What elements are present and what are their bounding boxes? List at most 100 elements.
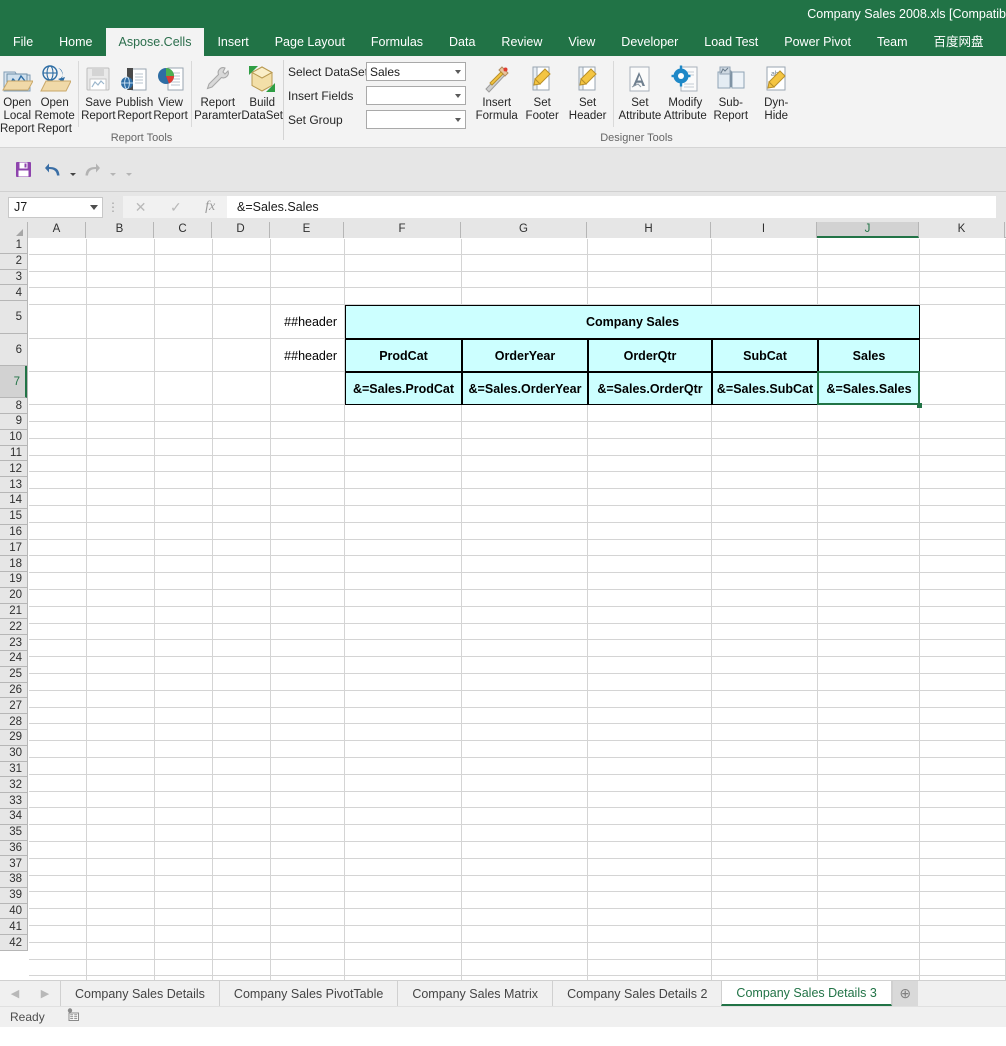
- sheet-tab-company-sales-details-3[interactable]: Company Sales Details 3: [721, 981, 892, 1006]
- ribbon-tab-team[interactable]: Team: [864, 28, 921, 56]
- name-box[interactable]: J7: [8, 196, 103, 218]
- row-header-19[interactable]: 19: [0, 571, 27, 588]
- row-header-39[interactable]: 39: [0, 887, 27, 904]
- ribbon-tab-view[interactable]: View: [555, 28, 608, 56]
- column-header-F[interactable]: F: [344, 222, 461, 238]
- row-header-35[interactable]: 35: [0, 824, 27, 841]
- ribbon-tab-page-layout[interactable]: Page Layout: [262, 28, 358, 56]
- row-header-36[interactable]: 36: [0, 840, 27, 857]
- row-header-22[interactable]: 22: [0, 619, 27, 636]
- customize-qat-icon[interactable]: [124, 157, 134, 183]
- report-paramter-button[interactable]: Report Paramter: [194, 59, 241, 123]
- table-data-marker-cell[interactable]: &=Sales.OrderQtr: [588, 372, 712, 406]
- save-report-button[interactable]: Save Report: [81, 59, 116, 123]
- ribbon-tab-power-pivot[interactable]: Power Pivot: [771, 28, 864, 56]
- set-group-dropdown[interactable]: [366, 110, 466, 129]
- row-header-27[interactable]: 27: [0, 698, 27, 715]
- save-icon[interactable]: [8, 157, 38, 183]
- row-header-33[interactable]: 33: [0, 793, 27, 809]
- new-sheet-button[interactable]: ⊕: [891, 981, 918, 1006]
- row-header-11[interactable]: 11: [0, 445, 27, 462]
- sheet-tab-company-sales-details-2[interactable]: Company Sales Details 2: [552, 981, 722, 1006]
- ribbon-tab-review[interactable]: Review: [488, 28, 555, 56]
- set-footer-button[interactable]: Set Footer: [519, 59, 564, 123]
- row-header-24[interactable]: 24: [0, 650, 27, 667]
- sheet-tab-company-sales-pivottable[interactable]: Company Sales PivotTable: [218, 981, 398, 1006]
- column-header-D[interactable]: D: [212, 222, 270, 238]
- row-header-10[interactable]: 10: [0, 429, 27, 446]
- column-header-H[interactable]: H: [587, 222, 711, 238]
- row-header-21[interactable]: 21: [0, 603, 27, 620]
- column-header-G[interactable]: G: [461, 222, 587, 238]
- row-header-41[interactable]: 41: [0, 919, 27, 936]
- modify-attribute-button[interactable]: Modify Attribute: [663, 59, 708, 123]
- table-title-cell[interactable]: Company Sales: [345, 305, 920, 340]
- row-header-18[interactable]: 18: [0, 556, 27, 572]
- row-header-8[interactable]: 8: [0, 398, 27, 414]
- row-header-26[interactable]: 26: [0, 682, 27, 699]
- table-header-cell[interactable]: OrderYear: [462, 339, 588, 373]
- check-icon[interactable]: ✓: [170, 199, 182, 216]
- table-header-cell[interactable]: Sales: [818, 339, 920, 373]
- formula-input[interactable]: &=Sales.Sales: [227, 196, 996, 218]
- table-header-cell[interactable]: OrderQtr: [588, 339, 712, 373]
- select-all-corner[interactable]: [0, 222, 28, 238]
- row-header-31[interactable]: 31: [0, 761, 27, 778]
- build-dataset-button[interactable]: Build DataSet: [241, 59, 283, 123]
- row-header-4[interactable]: 4: [0, 285, 27, 302]
- row-header-28[interactable]: 28: [0, 714, 27, 730]
- insert-formula-button[interactable]: Insert Formula: [474, 59, 519, 123]
- chevron-down-icon[interactable]: [451, 63, 465, 80]
- table-data-marker-cell[interactable]: &=Sales.SubCat: [712, 372, 818, 406]
- cancel-icon[interactable]: ✕: [135, 199, 147, 216]
- chevron-down-icon[interactable]: [451, 111, 465, 128]
- sheet-tab-company-sales-details[interactable]: Company Sales Details: [60, 981, 219, 1006]
- row-header-14[interactable]: 14: [0, 492, 27, 509]
- ribbon-tab-insert[interactable]: Insert: [204, 28, 261, 56]
- row-header-7[interactable]: 7: [0, 366, 27, 399]
- dyn-hide-button[interactable]: abcDyn- Hide: [754, 59, 799, 123]
- row-header-12[interactable]: 12: [0, 461, 27, 478]
- row-header-13[interactable]: 13: [0, 477, 27, 493]
- table-data-marker-cell[interactable]: &=Sales.OrderYear: [462, 372, 588, 406]
- ribbon-tab-data[interactable]: Data: [436, 28, 488, 56]
- open-local-report-button[interactable]: Open Local Report: [0, 59, 35, 136]
- row-header-3[interactable]: 3: [0, 269, 27, 286]
- ribbon-tab-formulas[interactable]: Formulas: [358, 28, 436, 56]
- row-header-17[interactable]: 17: [0, 540, 27, 557]
- spreadsheet-grid[interactable]: ABCDEFGHIJK 1 2 3 4 5 6 7 8 9 10 11 12 13 14 15 16 17 18 1…: [0, 222, 1006, 980]
- row-header-5[interactable]: 5: [0, 301, 27, 335]
- column-header-B[interactable]: B: [86, 222, 154, 238]
- row-header-16[interactable]: 16: [0, 524, 27, 541]
- row-header-2[interactable]: 2: [0, 253, 27, 270]
- ribbon-tab-developer[interactable]: Developer: [608, 28, 691, 56]
- row-header-6[interactable]: 6: [0, 334, 27, 367]
- set-header-button[interactable]: Set Header: [565, 59, 610, 123]
- column-header-C[interactable]: C: [154, 222, 212, 238]
- select-dataset-dropdown[interactable]: Sales: [366, 62, 466, 81]
- ribbon-tab-file[interactable]: File: [0, 28, 46, 56]
- row-header-29[interactable]: 29: [0, 729, 27, 746]
- row-header-37[interactable]: 37: [0, 856, 27, 873]
- row-header-38[interactable]: 38: [0, 872, 27, 888]
- row-header-32[interactable]: 32: [0, 777, 27, 794]
- ribbon-tab-load-test[interactable]: Load Test: [691, 28, 771, 56]
- ribbon-tab-aspose-cells[interactable]: Aspose.Cells: [105, 28, 205, 56]
- set-attribute-button[interactable]: Set Attribute: [617, 59, 662, 123]
- undo-icon[interactable]: [38, 157, 68, 183]
- row-header-1[interactable]: 1: [0, 238, 27, 254]
- ribbon-tab-home[interactable]: Home: [46, 28, 105, 56]
- grid-cells[interactable]: ##header ##header Company Sales ProdCat Orde…: [29, 239, 1006, 980]
- row-header-42[interactable]: 42: [0, 935, 27, 952]
- column-header-A[interactable]: A: [28, 222, 86, 238]
- insert-fields-dropdown[interactable]: [366, 86, 466, 105]
- fill-handle[interactable]: [917, 403, 922, 409]
- column-header-J[interactable]: J: [817, 222, 919, 238]
- row-header-9[interactable]: 9: [0, 413, 27, 430]
- fx-icon[interactable]: fx: [205, 199, 215, 215]
- row-header-30[interactable]: 30: [0, 745, 27, 762]
- macro-record-icon[interactable]: [67, 1008, 80, 1026]
- table-header-cell[interactable]: SubCat: [712, 339, 818, 373]
- table-data-marker-cell[interactable]: &=Sales.ProdCat: [345, 372, 462, 406]
- publish-report-button[interactable]: Publish Report: [116, 59, 153, 123]
